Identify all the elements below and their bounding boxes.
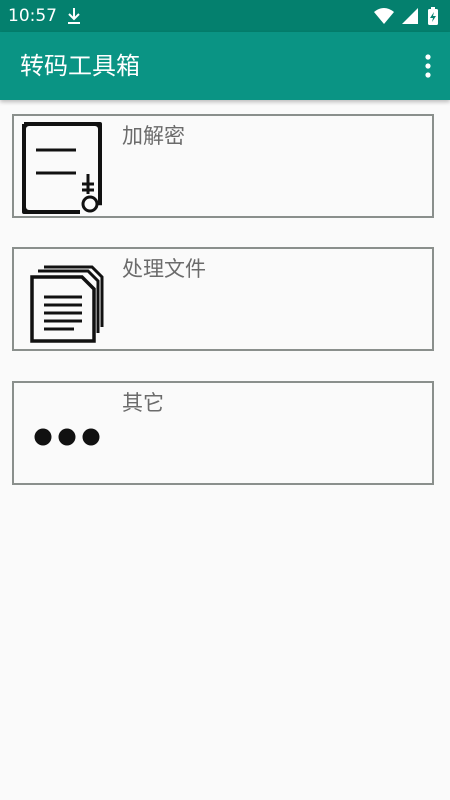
menu-item-encrypt-decrypt[interactable]: 加解密 <box>12 114 434 218</box>
app-title: 转码工具箱 <box>20 52 140 80</box>
more-dots-icon <box>34 428 100 446</box>
document-key-icon <box>22 122 102 214</box>
menu-item-other[interactable]: 其它 <box>12 381 434 485</box>
battery-charging-icon <box>428 7 438 25</box>
menu-item-label: 加解密 <box>122 124 185 148</box>
status-time: 10:57 <box>8 6 57 26</box>
wifi-icon <box>374 8 394 24</box>
menu-item-label: 其它 <box>122 391 164 415</box>
status-bar: 10:57 <box>0 0 450 32</box>
more-vert-icon[interactable] <box>420 52 436 80</box>
menu-item-label: 处理文件 <box>122 257 206 281</box>
status-icons <box>374 7 438 25</box>
app-bar: 转码工具箱 <box>0 32 450 100</box>
files-icon <box>30 265 104 343</box>
download-icon <box>68 8 80 24</box>
menu-item-process-files[interactable]: 处理文件 <box>12 247 434 351</box>
signal-icon <box>402 8 418 24</box>
